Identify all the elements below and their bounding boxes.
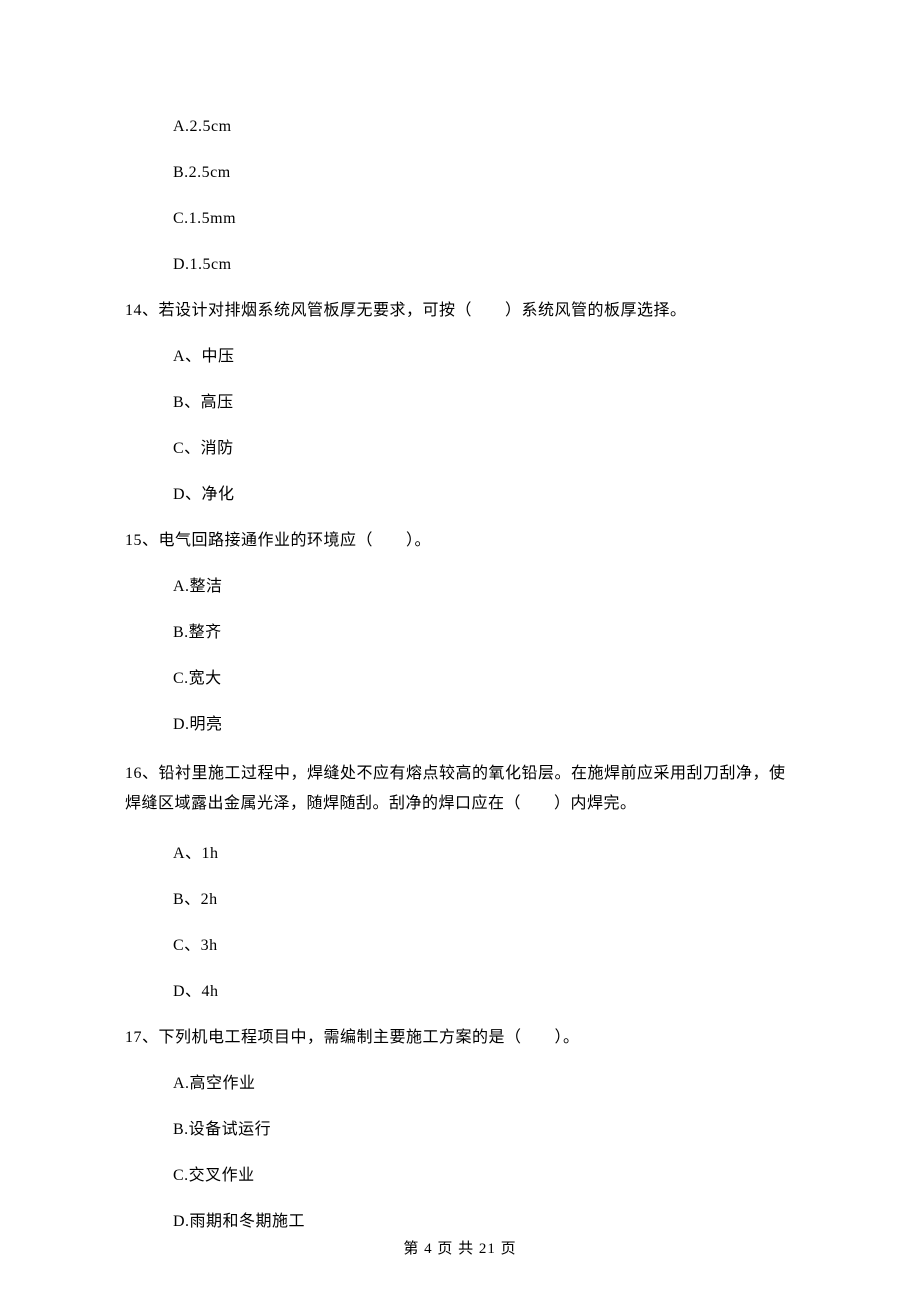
q17-option-d: D.雨期和冬期施工 [173, 1210, 795, 1234]
q13-option-c: C.1.5mm [173, 207, 795, 231]
q15-options: A.整洁 B.整齐 C.宽大 D.明亮 [125, 575, 795, 737]
q14-option-c: C、消防 [173, 437, 795, 461]
q14-option-a: A、中压 [173, 345, 795, 369]
q16-option-d: D、4h [173, 980, 795, 1004]
q15-option-b: B.整齐 [173, 621, 795, 645]
q16-options: A、1h B、2h C、3h D、4h [125, 842, 795, 1004]
page-footer: 第 4 页 共 21 页 [0, 1238, 920, 1261]
q14-option-d: D、净化 [173, 483, 795, 507]
q14-options: A、中压 B、高压 C、消防 D、净化 [125, 345, 795, 507]
q16-text: 16、铅衬里施工过程中，焊缝处不应有熔点较高的氧化铅层。在施焊前应采用刮刀刮净，… [125, 759, 795, 820]
q17-options: A.高空作业 B.设备试运行 C.交叉作业 D.雨期和冬期施工 [125, 1072, 795, 1234]
q17-option-b: B.设备试运行 [173, 1118, 795, 1142]
q13-option-a: A.2.5cm [173, 115, 795, 139]
q16-option-c: C、3h [173, 934, 795, 958]
q17-option-a: A.高空作业 [173, 1072, 795, 1096]
q15-option-a: A.整洁 [173, 575, 795, 599]
q17-option-c: C.交叉作业 [173, 1164, 795, 1188]
q13-options: A.2.5cm B.2.5cm C.1.5mm D.1.5cm [125, 115, 795, 277]
q14-text: 14、若设计对排烟系统风管板厚无要求，可按（ ）系统风管的板厚选择。 [125, 299, 795, 323]
q16-option-a: A、1h [173, 842, 795, 866]
q15-option-d: D.明亮 [173, 713, 795, 737]
q16-option-b: B、2h [173, 888, 795, 912]
q15-text: 15、电气回路接通作业的环境应（ ）。 [125, 529, 795, 553]
q13-option-d: D.1.5cm [173, 253, 795, 277]
q13-option-b: B.2.5cm [173, 161, 795, 185]
q14-option-b: B、高压 [173, 391, 795, 415]
document-content: A.2.5cm B.2.5cm C.1.5mm D.1.5cm 14、若设计对排… [0, 0, 920, 1234]
q15-option-c: C.宽大 [173, 667, 795, 691]
q17-text: 17、下列机电工程项目中，需编制主要施工方案的是（ ）。 [125, 1026, 795, 1050]
